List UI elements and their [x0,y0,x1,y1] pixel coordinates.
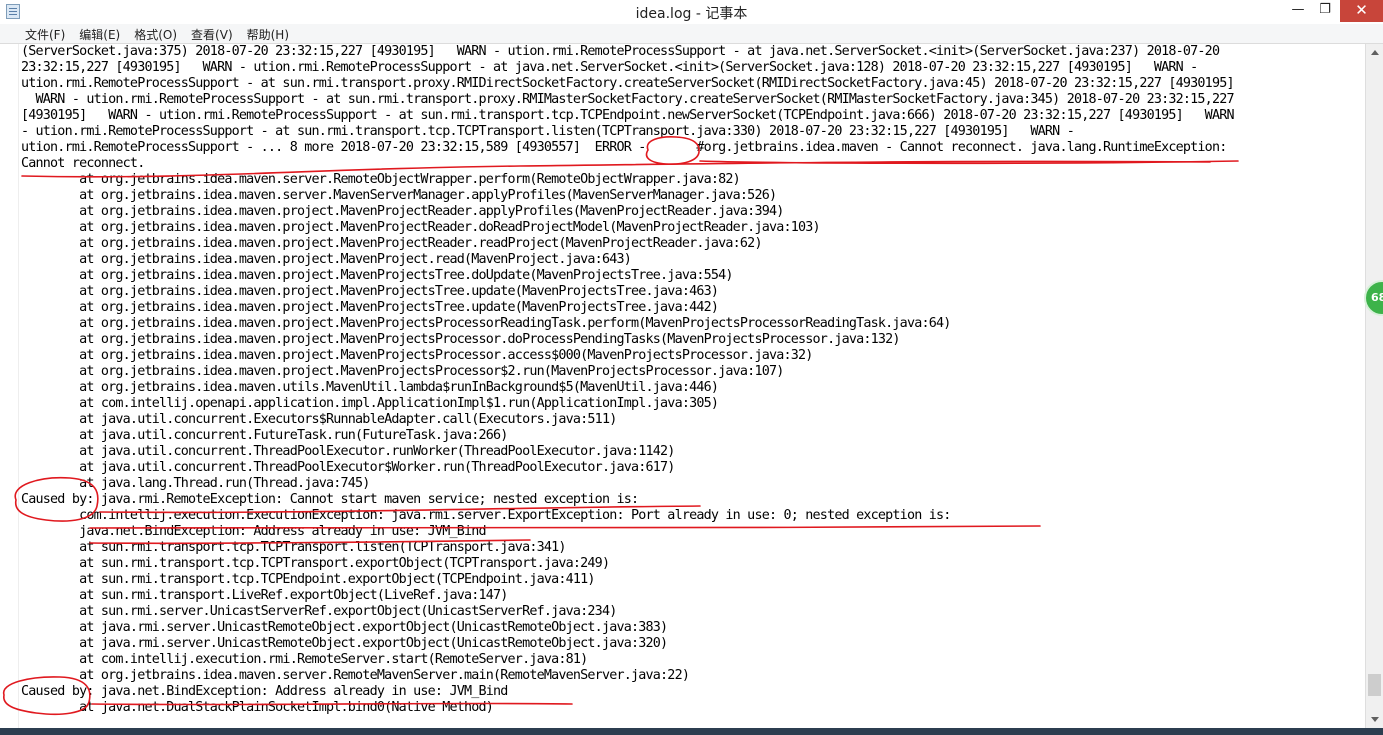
log-line: at com.intellij.openapi.application.impl… [21,396,719,411]
log-line: at sun.rmi.transport.tcp.TCPEndpoint.exp… [21,572,595,587]
log-line: Cannot reconnect. [21,156,145,171]
log-line: at java.net.DualStackPlainSocketImpl.bin… [21,700,494,715]
window-title: idea.log - 记事本 [635,6,748,22]
log-line: at sun.rmi.transport.tcp.TCPTransport.li… [21,540,566,555]
log-line: at java.util.concurrent.ThreadPoolExecut… [21,444,675,459]
log-line: WARN - ution.rmi.RemoteProcessSupport - … [21,92,1235,107]
log-line: at java.lang.Thread.run(Thread.java:745) [21,476,370,491]
log-line: at org.jetbrains.idea.maven.project.Mave… [21,220,821,235]
log-line: at com.intellij.execution.rmi.RemoteServ… [21,652,588,667]
log-line: ution.rmi.RemoteProcessSupport - ... 8 m… [21,140,1227,155]
log-line: at java.rmi.server.UnicastRemoteObject.e… [21,636,668,651]
log-line: at sun.rmi.server.UnicastServerRef.expor… [21,604,617,619]
log-line: at org.jetbrains.idea.maven.project.Mave… [21,332,900,347]
scrollbar-thumb[interactable] [1368,674,1381,696]
close-button[interactable]: ✕ [1340,0,1383,22]
menu-format[interactable]: 格式(O) [127,25,184,43]
log-line: at org.jetbrains.idea.maven.project.Mave… [21,316,951,331]
log-line: Caused by: java.net.BindException: Addre… [21,684,508,699]
log-line: at org.jetbrains.idea.maven.project.Mave… [21,236,762,251]
scroll-up-icon[interactable] [1371,50,1379,55]
menu-file[interactable]: 文件(F) [18,25,72,43]
text-editor-area[interactable]: (ServerSocket.java:375) 2018-07-20 23:32… [18,44,1366,728]
log-line: at org.jetbrains.idea.maven.project.Mave… [21,364,784,379]
log-line: [4930195] WARN - ution.rmi.RemoteProcess… [21,108,1235,123]
log-line: at java.util.concurrent.ThreadPoolExecut… [21,460,675,475]
menu-edit[interactable]: 编辑(E) [72,25,127,43]
log-line: at org.jetbrains.idea.maven.project.Mave… [21,300,719,315]
log-line: at org.jetbrains.idea.maven.server.Maven… [21,188,777,203]
log-line: at java.util.concurrent.Executors$Runnab… [21,412,617,427]
log-line: at org.jetbrains.idea.maven.project.Mave… [21,348,813,363]
scroll-down-icon[interactable] [1371,717,1379,722]
menu-view[interactable]: 查看(V) [184,25,240,43]
log-line: at org.jetbrains.idea.maven.project.Mave… [21,268,733,283]
log-line: at org.jetbrains.idea.maven.project.Mave… [21,252,632,267]
log-line: ution.rmi.RemoteProcessSupport - at sun.… [21,76,1235,91]
minimize-button[interactable]: — [1283,0,1313,22]
log-line: (ServerSocket.java:375) 2018-07-20 23:32… [21,44,1220,59]
log-line: at org.jetbrains.idea.maven.project.Mave… [21,204,784,219]
title-bar: idea.log - 记事本 — ❐ ✕ [0,0,1383,25]
log-line: at org.jetbrains.idea.maven.utils.MavenU… [21,380,719,395]
log-line: Caused by: java.rmi.RemoteException: Can… [21,492,639,507]
taskbar [0,728,1383,735]
log-line: - ution.rmi.RemoteProcessSupport - at su… [21,124,1075,139]
log-line: at sun.rmi.transport.LiveRef.exportObjec… [21,588,508,603]
menu-bar: 文件(F) 编辑(E) 格式(O) 查看(V) 帮助(H) [0,24,1383,44]
log-line: at sun.rmi.transport.tcp.TCPTransport.ex… [21,556,610,571]
log-line: at org.jetbrains.idea.maven.server.Remot… [21,172,741,187]
log-line: at java.rmi.server.UnicastRemoteObject.e… [21,620,668,635]
log-line: at org.jetbrains.idea.maven.server.Remot… [21,668,690,683]
vertical-scrollbar[interactable] [1365,44,1383,728]
maximize-button[interactable]: ❐ [1310,0,1340,22]
log-line: 23:32:15,227 [4930195] WARN - ution.rmi.… [21,60,1198,75]
log-line: at java.util.concurrent.FutureTask.run(F… [21,428,508,443]
menu-help[interactable]: 帮助(H) [240,25,296,43]
log-line: com.intellij.execution.ExecutionExceptio… [21,508,951,523]
log-line: at org.jetbrains.idea.maven.project.Mave… [21,284,719,299]
log-line: java.net.BindException: Address already … [21,524,486,539]
